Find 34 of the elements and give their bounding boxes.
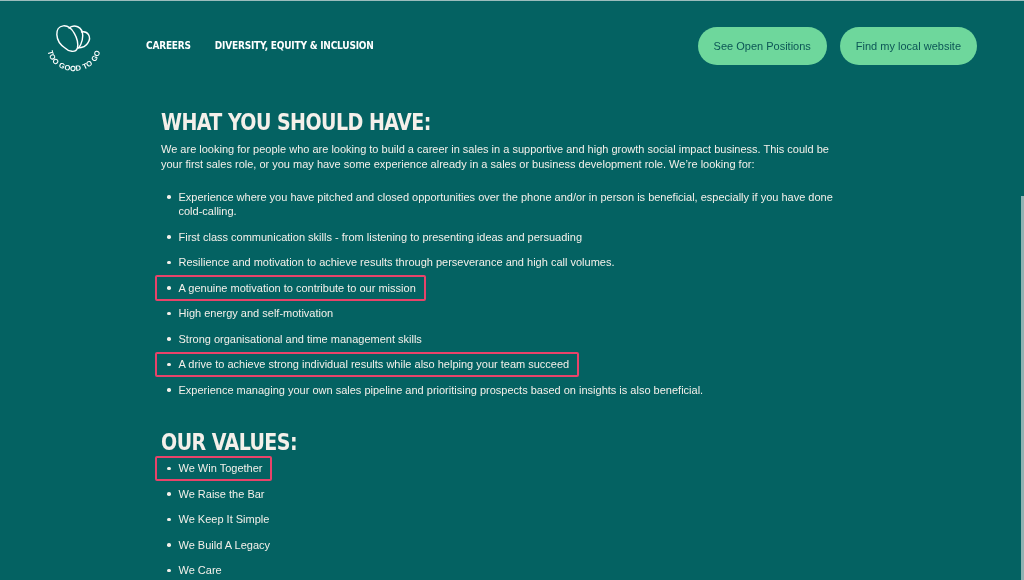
list-item-text: We Win Together bbox=[178, 461, 263, 476]
section-heading: OUR VALUES: bbox=[161, 427, 299, 456]
nav-link[interactable]: DIVERSITY, EQUITY & INCLUSION bbox=[214, 40, 374, 51]
bullet-icon bbox=[167, 286, 171, 290]
list-item-text: Experience managing your own sales pipeline and prioritising prospects based on insights is also beneficial. bbox=[178, 382, 704, 397]
list-item-text: Experience where you have pitched and closed opportunities over the phone and/or in person is beneficial, especially if you have done cold-calling. bbox=[178, 189, 834, 219]
list-item-text: We Build A Legacy bbox=[178, 537, 271, 552]
bullet-icon bbox=[167, 388, 171, 392]
bullet-icon bbox=[167, 260, 171, 264]
list-item-text: Resilience and motivation to achieve results through perseverance and high call volumes. bbox=[178, 255, 615, 270]
bullet-icon bbox=[167, 466, 171, 470]
list-item-text: A genuine motivation to contribute to our mission bbox=[178, 280, 416, 295]
nav-link[interactable]: CAREERS bbox=[146, 40, 191, 51]
bullet-icon bbox=[167, 568, 171, 572]
bullet-icon bbox=[167, 311, 171, 315]
bullet-icon bbox=[167, 235, 171, 239]
list-item-text: We Care bbox=[178, 563, 222, 578]
bullet-icon bbox=[167, 543, 171, 547]
list-item-text: A drive to achieve strong individual results while also helping your team succeed bbox=[178, 357, 570, 372]
header-button[interactable]: See Open Positions bbox=[697, 27, 827, 65]
list-item-text: First class communication skills - from listening to presenting ideas and persuading bbox=[178, 229, 582, 244]
list-item-text: Strong organisational and time management skills bbox=[178, 331, 422, 346]
list-item-text: We Keep It Simple bbox=[178, 512, 270, 527]
bullet-icon bbox=[167, 362, 171, 366]
bullet-icon bbox=[167, 517, 171, 521]
bullet-icon bbox=[167, 337, 171, 341]
list-item-text: We Raise the Bar bbox=[178, 486, 265, 501]
section-heading: WHAT YOU SHOULD HAVE: bbox=[161, 108, 432, 136]
header-button[interactable]: Find my local website bbox=[839, 27, 977, 65]
intro-paragraph: We are looking for people who are looking to build a career in sales in a supportive and high growth social impact business. This could be your first sales role, or you may have some experience already in a sales or business development role. We’re looking for: bbox=[161, 142, 830, 172]
list-item-text: High energy and self-motivation bbox=[178, 306, 334, 321]
scrollbar[interactable] bbox=[1021, 196, 1024, 580]
bullet-icon bbox=[167, 195, 171, 199]
bullet-icon bbox=[167, 492, 171, 496]
